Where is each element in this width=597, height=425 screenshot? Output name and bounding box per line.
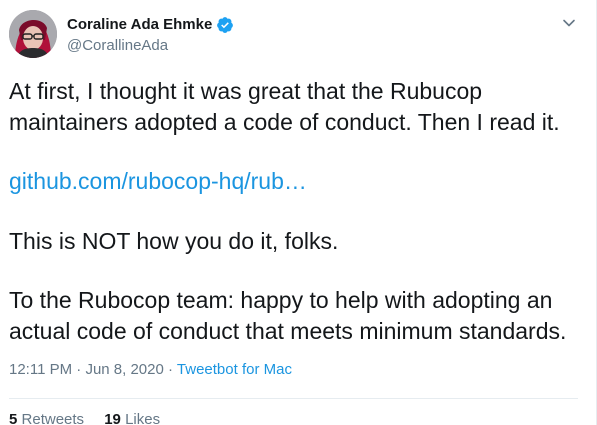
tweet-source-link[interactable]: Tweetbot for Mac xyxy=(177,361,292,378)
author-handle[interactable]: @CorallineAda xyxy=(67,37,234,54)
tweet-stats: 5 Retweets 19 Likes xyxy=(9,411,176,425)
divider xyxy=(9,398,578,399)
tweet-text: At first, I thought it was great that th… xyxy=(9,76,584,346)
likes-count: 19 xyxy=(104,411,121,425)
tweet-meta: 12:11 PM · Jun 8, 2020 · Tweetbot for Ma… xyxy=(9,361,292,378)
avatar[interactable] xyxy=(9,10,57,58)
chevron-down-icon[interactable] xyxy=(560,14,578,32)
tweet-time[interactable]: 12:11 PM xyxy=(9,361,72,378)
verified-badge-icon xyxy=(216,16,234,34)
tweet-paragraph: To the Rubocop team: happy to help with … xyxy=(9,287,567,344)
tweet-paragraph: At first, I thought it was great that th… xyxy=(9,78,560,135)
retweets-count: 5 xyxy=(9,411,18,425)
likes-label: Likes xyxy=(125,411,161,425)
tweet-paragraph: This is NOT how you do it, folks. xyxy=(9,227,339,254)
retweets-stat[interactable]: 5 Retweets xyxy=(9,411,84,425)
tweet-header: Coraline Ada Ehmke @CorallineAda xyxy=(9,10,234,58)
tweet-card: Coraline Ada Ehmke @CorallineAda At firs… xyxy=(0,0,597,425)
meta-separator: · xyxy=(72,361,86,378)
likes-stat[interactable]: 19 Likes xyxy=(104,411,160,425)
tweet-link[interactable]: github.com/rubocop-hq/rub… xyxy=(9,168,307,194)
author-name[interactable]: Coraline Ada Ehmke xyxy=(67,16,212,33)
author-name-row: Coraline Ada Ehmke xyxy=(67,15,234,35)
meta-separator: · xyxy=(163,361,177,378)
author-names: Coraline Ada Ehmke @CorallineAda xyxy=(67,15,234,54)
retweets-label: Retweets xyxy=(21,411,85,425)
tweet-date[interactable]: Jun 8, 2020 xyxy=(85,361,163,378)
